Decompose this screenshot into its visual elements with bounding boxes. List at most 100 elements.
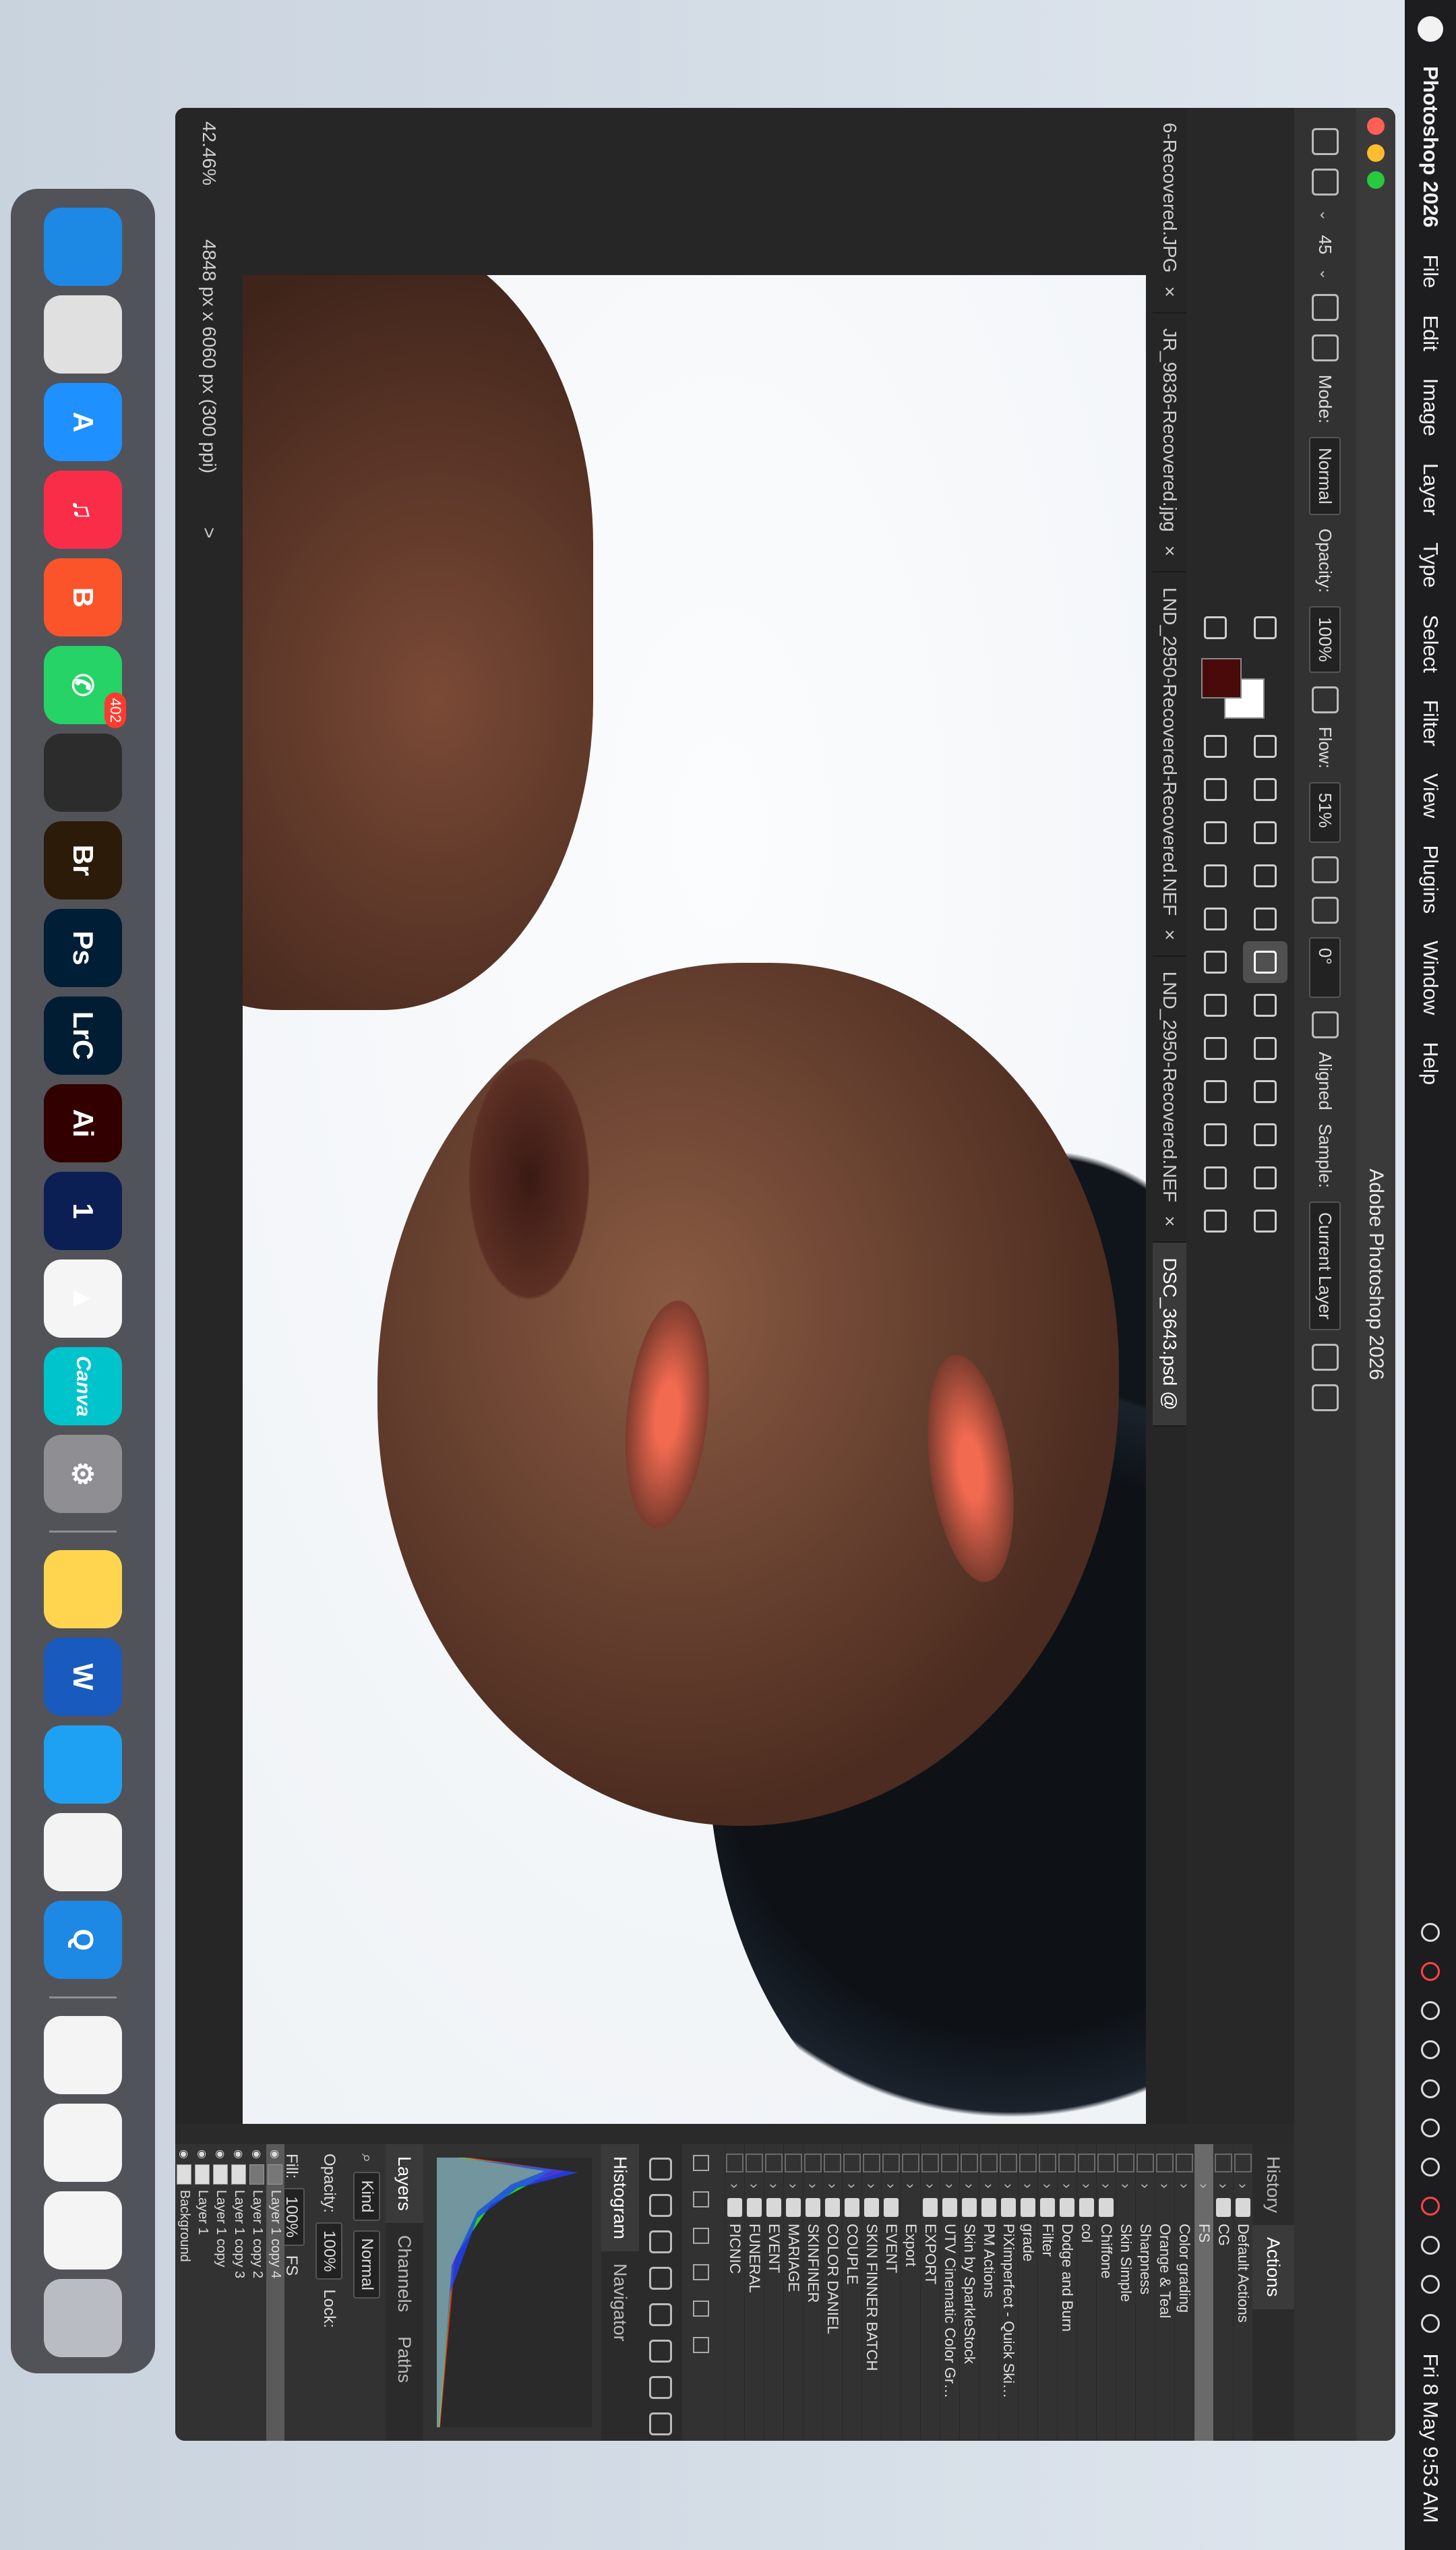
pressure-opacity-icon[interactable] xyxy=(1312,686,1339,713)
layer-row[interactable]: ◉ Background xyxy=(175,2144,193,2441)
home-icon[interactable] xyxy=(1312,128,1339,155)
action-item[interactable]: › Default Actions xyxy=(1233,2144,1252,2441)
action-toggle-checkbox[interactable] xyxy=(902,2154,919,2172)
menu-image[interactable]: Image xyxy=(1418,378,1443,436)
new-action-icon[interactable] xyxy=(693,2301,709,2317)
expand-triangle-icon[interactable]: › xyxy=(921,2178,939,2194)
action-toggle-checkbox[interactable] xyxy=(863,2154,880,2172)
layer-row[interactable]: ◉ Layer 1 copy xyxy=(212,2144,230,2441)
tab-paths[interactable]: Paths xyxy=(386,2324,423,2395)
expand-triangle-icon[interactable]: › xyxy=(863,2178,880,2194)
properties-icon[interactable] xyxy=(649,2158,672,2181)
action-toggle-checkbox[interactable] xyxy=(746,2154,763,2172)
path-selection-tool-icon[interactable] xyxy=(1243,769,1287,810)
scissors-icon[interactable] xyxy=(649,2376,672,2399)
notes-icon[interactable] xyxy=(44,1550,122,1628)
expand-triangle-icon[interactable]: › xyxy=(980,2178,998,2194)
artboard-tool-icon[interactable] xyxy=(1193,1200,1238,1242)
spotlight-icon[interactable] xyxy=(1421,2275,1440,2294)
action-toggle-checkbox[interactable] xyxy=(804,2154,822,2172)
zoom-level[interactable]: 42.46% xyxy=(198,121,220,185)
flow-input[interactable]: 51% xyxy=(1309,781,1341,843)
battery-icon[interactable] xyxy=(1421,2197,1440,2216)
lightroom-classic-alt-icon[interactable] xyxy=(44,734,122,812)
vlc-icon[interactable]: ▲ xyxy=(44,1259,122,1338)
close-icon[interactable]: × xyxy=(1159,287,1180,297)
expand-triangle-icon[interactable]: › xyxy=(1019,2178,1037,2194)
eyedropper-tool-icon[interactable] xyxy=(1243,1028,1287,1069)
visibility-eye-icon[interactable]: ◉ xyxy=(233,2149,246,2159)
sample-select[interactable]: Current Layer xyxy=(1309,1201,1341,1330)
move-tool-icon[interactable] xyxy=(1243,1200,1287,1242)
record-icon[interactable] xyxy=(1421,1923,1440,1943)
play-icon[interactable] xyxy=(693,2228,709,2244)
tab-document-2[interactable]: JR_9836-Recovered.jpg × xyxy=(1153,313,1186,573)
expand-triangle-icon[interactable]: › xyxy=(726,2178,744,2194)
gradient-icon[interactable] xyxy=(649,2194,672,2217)
crop-tool-icon[interactable] xyxy=(1243,1114,1287,1156)
expand-triangle-icon[interactable]: › xyxy=(746,2178,763,2194)
recent-window-icon[interactable] xyxy=(44,2016,122,2094)
brush-settings-icon[interactable] xyxy=(1312,293,1339,321)
control-center-icon[interactable] xyxy=(1421,2314,1440,2334)
visibility-eye-icon[interactable]: ◉ xyxy=(178,2149,191,2159)
marquee-tool-icon[interactable] xyxy=(1243,1157,1287,1199)
screen-mode-icon[interactable] xyxy=(1193,607,1238,649)
opacity-input[interactable]: 100% xyxy=(1309,606,1341,673)
action-toggle-checkbox[interactable] xyxy=(1156,2154,1174,2172)
aligned-checkbox[interactable] xyxy=(1312,1011,1339,1038)
brush-tool-icon[interactable] xyxy=(1193,984,1238,1026)
trash-icon[interactable] xyxy=(44,2279,122,2357)
angle-input[interactable]: 0° xyxy=(1309,937,1341,998)
menu-clock[interactable]: Fri 8 May 9:53 AM xyxy=(1418,2353,1443,2523)
action-toggle-checkbox[interactable] xyxy=(1097,2154,1115,2172)
recent-window-icon[interactable] xyxy=(44,2104,122,2182)
action-item[interactable]: › UTV Cinematic Color Grad... xyxy=(940,2144,959,2441)
clone-stamp-tool-icon[interactable] xyxy=(1243,941,1287,983)
action-toggle-checkbox[interactable] xyxy=(980,2154,998,2172)
visibility-eye-icon[interactable]: ◉ xyxy=(269,2149,282,2159)
canvas-area[interactable] xyxy=(175,108,1153,2144)
menu-help[interactable]: Help xyxy=(1418,1042,1443,1085)
action-toggle-checkbox[interactable] xyxy=(1019,2154,1037,2172)
tab-document-5[interactable]: DSC_3643.psd @ xyxy=(1153,1243,1186,1427)
menu-plugins[interactable]: Plugins xyxy=(1418,845,1443,914)
pen-tool-icon[interactable] xyxy=(1243,812,1287,854)
history-brush-tool-icon[interactable] xyxy=(1193,941,1238,983)
play-icon[interactable] xyxy=(1421,2118,1440,2138)
dodge-tool-icon[interactable] xyxy=(1193,855,1238,897)
wifi-icon[interactable] xyxy=(1421,2236,1440,2255)
action-toggle-checkbox[interactable] xyxy=(961,2154,978,2172)
close-icon[interactable]: × xyxy=(1159,1216,1180,1226)
lasso-tool-icon[interactable] xyxy=(1193,1157,1238,1199)
trash-icon[interactable] xyxy=(693,2337,709,2353)
menu-type[interactable]: Type xyxy=(1418,543,1443,588)
app-store-icon[interactable]: A xyxy=(44,383,122,461)
expand-triangle-icon[interactable]: › xyxy=(785,2178,802,2194)
action-toggle-checkbox[interactable] xyxy=(726,2154,744,2172)
action-item[interactable]: › Color grading xyxy=(1174,2144,1194,2441)
action-toggle-checkbox[interactable] xyxy=(1215,2154,1232,2172)
action-item[interactable]: › FS xyxy=(1194,2144,1213,2441)
tool-presets-icon[interactable] xyxy=(649,2340,672,2363)
action-item[interactable]: › grade xyxy=(1018,2144,1037,2441)
action-item[interactable]: › Skin by SparkleStock xyxy=(959,2144,979,2441)
action-toggle-checkbox[interactable] xyxy=(1058,2154,1076,2172)
launchpad-icon[interactable] xyxy=(44,295,122,374)
creative-cloud-icon[interactable] xyxy=(1421,2001,1440,2021)
folder-icon[interactable] xyxy=(693,2264,709,2280)
expand-triangle-icon[interactable]: › xyxy=(902,2178,919,2194)
expand-triangle-icon[interactable]: › xyxy=(843,2178,861,2194)
frame-tool-icon[interactable] xyxy=(1243,1071,1287,1113)
action-toggle-checkbox[interactable] xyxy=(843,2154,861,2172)
expand-triangle-icon[interactable]: › xyxy=(1058,2178,1076,2194)
type-tool-icon[interactable] xyxy=(1193,812,1238,854)
menu-select[interactable]: Select xyxy=(1418,615,1443,673)
action-toggle-checkbox[interactable] xyxy=(1176,2154,1193,2172)
action-toggle-checkbox[interactable] xyxy=(921,2154,939,2172)
action-item[interactable]: › EXPORT xyxy=(920,2144,940,2441)
action-item[interactable]: › col xyxy=(1076,2144,1096,2441)
tab-histogram[interactable]: Histogram xyxy=(601,2144,639,2252)
recent-window-icon[interactable] xyxy=(44,2191,122,2270)
close-icon[interactable]: × xyxy=(1159,929,1180,940)
